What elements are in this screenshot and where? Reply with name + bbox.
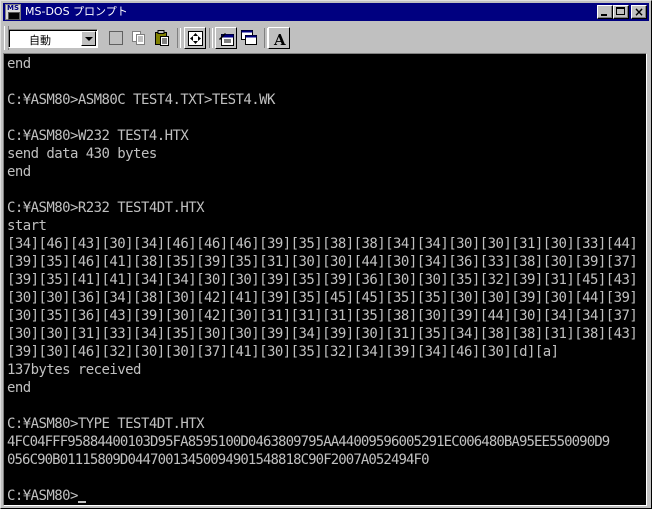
window-title: MS-DOS プロンプト bbox=[25, 5, 128, 18]
console-line: [39][35][41][41][34][34][30][30][39][35]… bbox=[7, 272, 638, 288]
app-icon-letters: MS bbox=[7, 4, 20, 12]
console-line: C:¥ASM80>W232 TEST4.HTX bbox=[7, 128, 189, 144]
console-line: C:¥ASM80>R232 TEST4DT.HTX bbox=[7, 200, 205, 216]
background-icon bbox=[241, 30, 257, 45]
console-line: [39][35][46][41][38][35][39][35][31][30]… bbox=[7, 254, 638, 270]
console-line: [34][46][43][30][34][46][46][46][39][35]… bbox=[7, 236, 638, 252]
maximize-icon bbox=[616, 7, 625, 15]
console-line: 4FC04FFF95884400103D95FA8595100D04638097… bbox=[7, 434, 610, 450]
title-bar[interactable]: MS MS-DOS プロンプト × bbox=[3, 3, 649, 21]
font-size-select[interactable]: 自動 bbox=[8, 29, 98, 48]
font-button-letter: A bbox=[273, 31, 286, 48]
console-line: C:¥ASM80>ASM80C TEST4.TXT>TEST4.WK bbox=[7, 92, 275, 108]
console-line: [30][30][31][33][34][35][30][30][39][34]… bbox=[7, 326, 638, 342]
fullscreen-button[interactable] bbox=[184, 27, 206, 49]
dropdown-arrow-icon[interactable] bbox=[81, 31, 96, 46]
ms-dos-app-icon[interactable]: MS bbox=[5, 4, 21, 20]
copy-icon bbox=[132, 31, 145, 45]
toolbar: 自動 A bbox=[3, 23, 649, 53]
console-line: start bbox=[7, 218, 47, 234]
console-line: 137bytes received bbox=[7, 362, 142, 378]
properties-button[interactable] bbox=[215, 27, 237, 49]
toolbar-separator bbox=[177, 28, 181, 48]
minimize-icon bbox=[601, 14, 607, 16]
console-line: send data 430 bytes bbox=[7, 146, 157, 162]
paste-button[interactable] bbox=[151, 27, 173, 49]
paste-icon bbox=[155, 30, 169, 46]
mark-button[interactable] bbox=[105, 27, 127, 49]
font-icon: A bbox=[273, 31, 286, 48]
console-output[interactable]: end C:¥ASM80>ASM80C TEST4.TXT>TEST4.WK C:¥… bbox=[3, 53, 647, 506]
font-button[interactable]: A bbox=[268, 27, 290, 49]
console-line: C:¥ASM80>TYPE TEST4DT.HTX bbox=[7, 416, 205, 432]
font-size-value: 自動 bbox=[29, 34, 51, 47]
ms-dos-prompt-window: MS MS-DOS プロンプト × 自動 A end C:¥ASM80>ASM8… bbox=[0, 0, 652, 509]
properties-icon bbox=[219, 33, 234, 46]
console-line: [30][30][36][34][38][30][42][41][39][35]… bbox=[7, 290, 638, 306]
console-line: end bbox=[7, 164, 31, 180]
console-line: end bbox=[7, 56, 31, 72]
console-line: end bbox=[7, 380, 31, 396]
console-line: C:¥ASM80> bbox=[7, 487, 645, 505]
console-lines: end C:¥ASM80>ASM80C TEST4.TXT>TEST4.WK C:¥… bbox=[7, 55, 645, 505]
console-line: [39][30][46][32][30][30][37][41][30][35]… bbox=[7, 344, 559, 360]
close-icon: × bbox=[633, 5, 645, 19]
copy-button[interactable] bbox=[128, 27, 150, 49]
maximize-button[interactable] bbox=[613, 5, 629, 19]
console-line: 056C90B01115809D04470013450094901548818C… bbox=[7, 452, 430, 468]
background-button[interactable] bbox=[238, 27, 260, 49]
mark-icon bbox=[109, 31, 123, 45]
text-cursor bbox=[77, 501, 86, 503]
close-button[interactable]: × bbox=[631, 5, 647, 19]
fullscreen-icon bbox=[188, 31, 203, 46]
minimize-button[interactable] bbox=[597, 5, 613, 19]
app-icon-screen bbox=[8, 12, 20, 20]
toolbar-separator bbox=[209, 28, 213, 48]
console-line: [30][35][36][43][39][30][42][30][31][31]… bbox=[7, 308, 638, 324]
